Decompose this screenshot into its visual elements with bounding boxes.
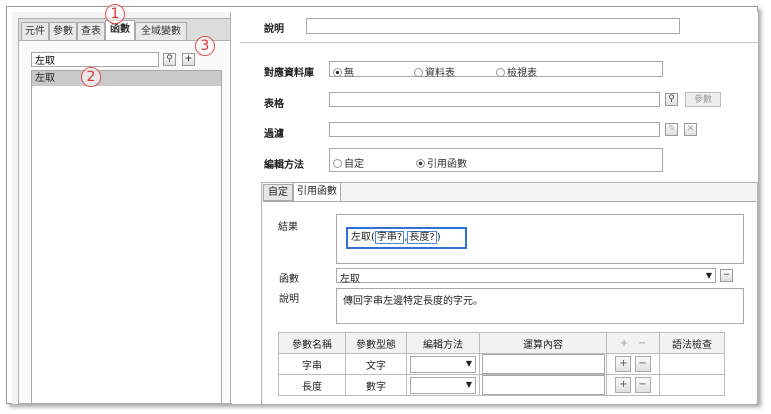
close-icon: ✕ [686, 124, 695, 134]
filter-edit-button[interactable]: ✎ [665, 123, 678, 136]
radio-off-icon [496, 68, 505, 77]
function-list [31, 70, 222, 404]
radio-table[interactable]: 資料表 [414, 64, 455, 79]
function-select[interactable]: 左取 ▼ [336, 268, 716, 285]
function-desc-label: 說明 [279, 294, 299, 305]
row-content-cell [479, 353, 607, 375]
radio-custom[interactable]: 自定 [333, 155, 364, 170]
plus-icon: + [184, 54, 193, 64]
description-label: 說明 [264, 24, 284, 35]
search-icon: ⚲ [668, 94, 675, 104]
col-content: 運算內容 [479, 332, 607, 354]
filter-input[interactable] [329, 122, 660, 137]
row-add-button[interactable]: + [615, 377, 632, 393]
edit-method-radio-group: 自定 引用函數 [329, 148, 663, 172]
edit-icon: ✎ [667, 124, 676, 134]
col-plus: + [619, 337, 629, 349]
row-add-button[interactable]: + [615, 356, 632, 372]
add-button[interactable]: + [182, 53, 195, 66]
row-edit-method-cell: ▼ [406, 353, 480, 375]
function-description: 傳回字串左邊特定長度的字元。 [336, 288, 744, 324]
radio-none[interactable]: 無 [333, 64, 354, 79]
list-item[interactable]: 左取 [32, 71, 221, 86]
params-button[interactable]: 參數 [685, 92, 721, 107]
params-table: 參數名稱 參數型態 編輯方法 運算內容 + − 語法檢查 字串 文字 ▼ + −… [278, 332, 725, 396]
callout-2: 2 [81, 67, 101, 87]
row-remove-button[interactable]: − [634, 356, 651, 372]
radio-on-icon [416, 159, 425, 168]
filter-clear-button[interactable]: ✕ [684, 123, 697, 136]
result-label: 結果 [278, 222, 298, 233]
col-edit-method: 編輯方法 [406, 332, 480, 354]
row-param-type: 數字 [345, 374, 407, 396]
row-content-cell [479, 374, 607, 396]
row-buttons-cell: + − [606, 353, 660, 375]
radio-view-label: 檢視表 [507, 68, 537, 79]
table-search-button[interactable]: ⚲ [665, 93, 678, 106]
table-label: 表格 [264, 99, 284, 110]
row-param-name: 字串 [278, 353, 346, 375]
result-expression[interactable]: 左取(字串?, 長度?) [346, 227, 467, 249]
table-row: 字串 文字 ▼ + − [278, 353, 725, 375]
row-buttons-cell: + − [606, 374, 660, 396]
radio-table-label: 資料表 [425, 68, 455, 79]
data-source-label: 對應資料庫 [264, 68, 314, 79]
minus-icon: − [722, 270, 731, 280]
radio-view[interactable]: 檢視表 [496, 64, 537, 79]
radio-off-icon [414, 68, 423, 77]
row-syntax-check [659, 374, 725, 396]
result-arg-length[interactable]: 長度? [407, 231, 437, 244]
row-param-type: 文字 [345, 353, 407, 375]
col-param-name: 參數名稱 [278, 332, 346, 354]
col-minus: − [637, 337, 647, 349]
callout-1: 1 [105, 4, 125, 24]
col-param-type: 參數型態 [345, 332, 407, 354]
description-input[interactable] [306, 18, 680, 34]
chevron-down-icon: ▼ [465, 358, 472, 368]
radio-on-icon [333, 68, 342, 77]
params-table-header: 參數名稱 參數型態 編輯方法 運算內容 + − 語法檢查 [278, 332, 725, 354]
search-icon: ⚲ [166, 54, 173, 64]
radio-reference-function-label: 引用函數 [427, 159, 467, 170]
radio-none-label: 無 [344, 68, 354, 79]
callout-3: 3 [195, 36, 215, 56]
data-source-radio-group: 無 資料表 檢視表 [329, 61, 663, 79]
chevron-down-icon: ▼ [465, 379, 472, 389]
filter-label: 過濾 [264, 129, 284, 140]
result-func-name: 左取 [351, 232, 371, 243]
result-arg-string[interactable]: 字串? [374, 231, 405, 244]
chevron-down-icon: ▼ [705, 271, 712, 280]
row-content-input[interactable] [481, 354, 605, 374]
divider [240, 42, 758, 43]
col-syntax-check: 語法檢查 [659, 332, 725, 354]
radio-reference-function[interactable]: 引用函數 [416, 155, 467, 170]
table-input[interactable] [329, 92, 660, 107]
tab-global-variables[interactable]: 全域變數 [135, 22, 187, 41]
function-label: 函數 [279, 274, 299, 285]
col-add-remove: + − [606, 332, 660, 354]
row-remove-button[interactable]: − [634, 377, 651, 393]
tab-parameters[interactable]: 參數 [49, 22, 77, 41]
function-remove-button[interactable]: − [720, 269, 733, 282]
row-content-input[interactable] [481, 375, 605, 395]
radio-custom-label: 自定 [344, 159, 364, 170]
row-edit-method-select[interactable]: ▼ [410, 376, 476, 394]
tab-functions[interactable]: 函數 [105, 20, 135, 42]
tab-lookup[interactable]: 查表 [77, 22, 105, 41]
row-edit-method-cell: ▼ [406, 374, 480, 396]
result-close-paren: ) [436, 232, 441, 243]
function-search-input[interactable] [31, 52, 159, 67]
row-param-name: 長度 [278, 374, 346, 396]
function-select-value: 左取 [340, 274, 360, 285]
search-button[interactable]: ⚲ [163, 53, 176, 66]
row-syntax-check [659, 353, 725, 375]
radio-off-icon [333, 159, 342, 168]
row-edit-method-select[interactable]: ▼ [410, 355, 476, 373]
inner-tab-custom[interactable]: 自定 [263, 184, 293, 201]
tab-components[interactable]: 元件 [21, 22, 49, 41]
inner-tab-reference-function[interactable]: 引用函數 [293, 182, 341, 202]
edit-method-label: 編輯方法 [264, 160, 304, 171]
table-row: 長度 數字 ▼ + − [278, 374, 725, 396]
